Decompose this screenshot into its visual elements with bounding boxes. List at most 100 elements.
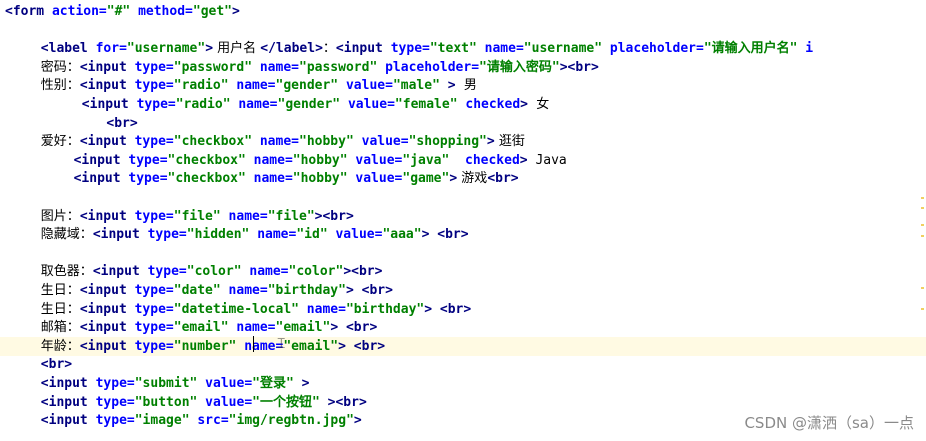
code-line[interactable]: 隐藏域：<input type="hidden" name="id" value… bbox=[0, 225, 926, 244]
code-line[interactable]: <input type="checkbox" name="hobby" valu… bbox=[0, 169, 926, 188]
code-token-tag: </label> bbox=[260, 41, 323, 57]
code-token-val: "请输入用户名" bbox=[703, 41, 798, 57]
code-token-val: "email" bbox=[173, 320, 229, 336]
code-token-tag: > <br> bbox=[330, 320, 378, 336]
code-line[interactable] bbox=[0, 188, 926, 207]
code-token-txt: 逛街 bbox=[494, 134, 525, 150]
code-token-val: "shopping" bbox=[408, 134, 487, 150]
code-token-attr: type= bbox=[95, 394, 135, 410]
code-token-val: "number" bbox=[173, 338, 237, 354]
code-token-attr: type= bbox=[134, 78, 174, 94]
code-line[interactable]: <input type="button" value="一个按钮" ><br> bbox=[0, 393, 926, 412]
code-token-attr: type= bbox=[134, 338, 174, 354]
code-token-tag: > <br> bbox=[421, 227, 469, 243]
code-token-val: "color" bbox=[288, 264, 344, 280]
code-token-val: "id" bbox=[296, 227, 328, 243]
code-token-txt: 用户名 bbox=[213, 41, 261, 57]
code-token-tag: <br> bbox=[487, 171, 519, 187]
code-token-val: "date" bbox=[173, 283, 221, 298]
code-token-txt: ： bbox=[322, 41, 336, 57]
code-token-attr: value= bbox=[353, 134, 409, 150]
code-token-tag: > bbox=[486, 134, 495, 150]
code-token-tag: <input bbox=[40, 394, 96, 410]
code-token-txt: 邮箱： bbox=[40, 320, 80, 336]
code-token-val: "color" bbox=[186, 264, 242, 280]
code-token-tag: <input bbox=[79, 134, 135, 150]
code-token-attr: type= bbox=[128, 171, 168, 187]
code-line[interactable]: 生日：<input type="datetime-local" name="bi… bbox=[0, 300, 926, 319]
code-line[interactable]: <br> bbox=[0, 355, 926, 374]
code-token-tag: > <br> bbox=[424, 301, 472, 317]
code-line[interactable]: <input type="checkbox" name="hobby" valu… bbox=[0, 151, 926, 170]
code-line[interactable]: <form action="#" method="get"> bbox=[0, 2, 926, 21]
code-token-tag: <label bbox=[40, 41, 96, 57]
code-token-attr: name= bbox=[220, 208, 268, 224]
code-token-attr: type= bbox=[136, 97, 176, 112]
code-token-attr: value= bbox=[347, 171, 403, 187]
code-token-val: "male" bbox=[392, 78, 440, 94]
code-token-val: "email" bbox=[275, 320, 331, 336]
code-token-attr: type= bbox=[134, 134, 174, 150]
code-editor[interactable]: <form action="#" method="get"> <label for… bbox=[0, 0, 926, 441]
code-token-attr: type= bbox=[134, 320, 174, 336]
code-token-attr: type= bbox=[147, 264, 187, 280]
code-line[interactable] bbox=[0, 21, 926, 40]
code-line[interactable]: <br> bbox=[0, 114, 926, 133]
code-token-attr: name= bbox=[252, 59, 299, 75]
code-token-txt: 游戏 bbox=[457, 171, 488, 187]
code-line[interactable]: <input type="submit" value="登录" > bbox=[0, 374, 926, 393]
gutter-marker bbox=[921, 308, 924, 310]
code-token-val: "java" bbox=[402, 152, 450, 168]
code-token-tag: <input bbox=[73, 171, 129, 187]
code-token-val: "image" bbox=[134, 413, 190, 429]
code-token-tag: ><br> bbox=[314, 208, 354, 224]
code-token-val: "birthday" bbox=[345, 301, 425, 317]
code-line[interactable]: 密码：<input type="password" name="password… bbox=[0, 58, 926, 77]
code-token-tag: <input bbox=[40, 413, 96, 429]
code-token-tag: <input bbox=[73, 152, 129, 168]
code-token-attr: placeholder= bbox=[377, 59, 480, 75]
code-token-tag: <form bbox=[5, 4, 52, 19]
code-token-val: "checkbox" bbox=[167, 152, 246, 168]
code-token-attr: name= bbox=[241, 264, 289, 280]
code-token-tag: > bbox=[293, 376, 310, 391]
code-token-tag: <br> bbox=[106, 115, 138, 131]
code-token-txt: 女 bbox=[528, 97, 550, 112]
gutter-marker bbox=[921, 224, 924, 226]
code-token-attr: type= bbox=[134, 208, 174, 224]
code-token-val: "请输入密码" bbox=[479, 59, 560, 75]
code-line[interactable]: 取色器：<input type="color" name="color"><br… bbox=[0, 262, 926, 281]
code-token-val: "email" bbox=[283, 338, 339, 354]
code-token-attr: type= bbox=[134, 59, 174, 75]
code-token-attr: checked bbox=[449, 152, 520, 168]
code-token-txt: 密码： bbox=[40, 59, 80, 75]
code-token-val: "#" bbox=[106, 4, 131, 19]
code-token-attr: value= bbox=[338, 78, 393, 94]
code-line[interactable]: 邮箱：<input type="email" name="email"> <br… bbox=[0, 318, 926, 337]
code-line[interactable]: 生日：<input type="date" name="birthday"> <… bbox=[0, 281, 926, 300]
code-line[interactable] bbox=[0, 244, 926, 263]
code-token-tag: > bbox=[520, 97, 528, 112]
code-token-val: "female" bbox=[394, 97, 458, 112]
code-token-attr: name= bbox=[245, 171, 293, 187]
code-token-tag: > bbox=[519, 152, 528, 168]
code-token-tag: <input bbox=[79, 78, 135, 94]
code-token-tag: > bbox=[449, 171, 458, 187]
code-token-txt: 性别： bbox=[40, 78, 80, 94]
code-token-val: "checkbox" bbox=[167, 171, 246, 187]
code-line[interactable]: <label for="username"> 用户名 </label>：<inp… bbox=[0, 39, 926, 58]
code-line[interactable]: 年龄：<input type="number" name="email"> <b… bbox=[0, 336, 926, 356]
code-line[interactable]: 爱好：<input type="checkbox" name="hobby" v… bbox=[0, 132, 926, 151]
code-token-txt: 爱好： bbox=[40, 134, 80, 150]
code-line[interactable]: 图片：<input type="file" name="file"><br> bbox=[0, 207, 926, 226]
code-line[interactable]: 性别：<input type="radio" name="gender" val… bbox=[0, 76, 926, 95]
code-token-val: "file" bbox=[267, 208, 315, 224]
code-token-attr: action= bbox=[51, 4, 107, 19]
code-token-attr: value= bbox=[197, 394, 253, 410]
code-token-tag: <input bbox=[79, 338, 135, 354]
watermark: CSDN @潇洒（sa）一点 bbox=[744, 414, 914, 432]
code-token-attr: type= bbox=[134, 283, 174, 298]
mouse-ibeam-cursor-icon: ⌶ bbox=[277, 336, 286, 352]
code-line[interactable]: <input type="radio" name="gender" value=… bbox=[0, 95, 926, 114]
code-token-attr: type= bbox=[95, 376, 135, 391]
